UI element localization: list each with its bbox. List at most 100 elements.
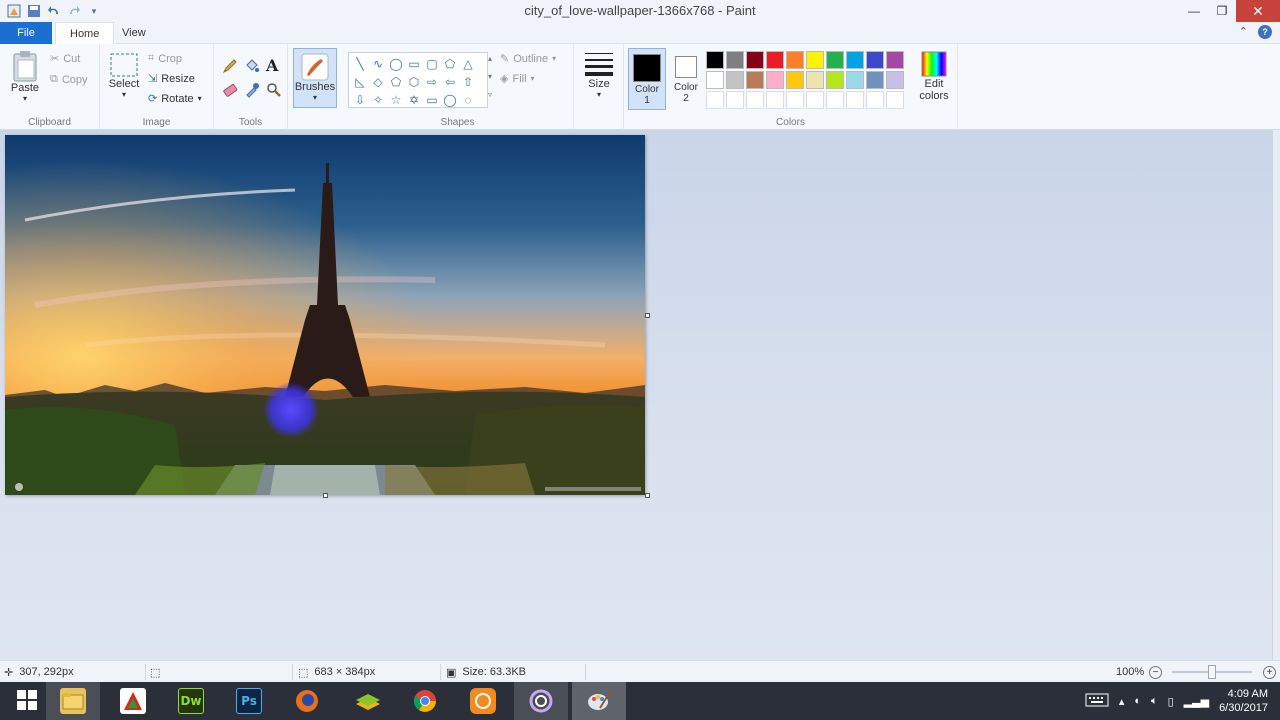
palette-swatch[interactable]	[786, 51, 804, 69]
taskbar-bluestacks[interactable]	[340, 682, 394, 720]
palette-swatch[interactable]	[806, 71, 824, 89]
redo-icon[interactable]	[66, 3, 82, 19]
text-tool-icon[interactable]: A	[266, 56, 278, 75]
size-button[interactable]: Size ▾	[580, 50, 618, 99]
palette-swatch[interactable]	[826, 71, 844, 89]
tab-file[interactable]: File	[0, 22, 52, 44]
rounded-rectangle-shape-icon[interactable]: ▢	[423, 55, 441, 73]
restore-button[interactable]: ❐	[1208, 0, 1236, 22]
palette-swatch[interactable]	[866, 91, 884, 109]
palette-swatch[interactable]	[706, 71, 724, 89]
close-button[interactable]: ✕	[1236, 0, 1280, 22]
palette-swatch[interactable]	[706, 91, 724, 109]
color-picker-icon[interactable]	[244, 82, 260, 98]
tab-home[interactable]: Home	[55, 22, 115, 45]
cut-button[interactable]: ✂ Cut	[50, 52, 80, 66]
palette-swatch[interactable]	[886, 91, 904, 109]
help-icon[interactable]: ?	[1258, 25, 1272, 39]
crop-button[interactable]: ⌗ Crop	[148, 52, 182, 65]
canvas-workspace[interactable]	[0, 130, 1280, 660]
palette-swatch[interactable]	[846, 51, 864, 69]
zoom-slider-knob[interactable]	[1208, 665, 1216, 679]
palette-swatch[interactable]	[766, 91, 784, 109]
oval-callout-shape-icon[interactable]: ◯	[441, 91, 459, 109]
collapse-ribbon-icon[interactable]: ⌃	[1239, 25, 1248, 39]
network-icon[interactable]: ▂▃▅	[1184, 695, 1209, 708]
resize-button[interactable]: ⇲ Resize	[148, 72, 195, 86]
rectangle-shape-icon[interactable]: ▭	[405, 55, 423, 73]
polygon-shape-icon[interactable]: ⬠	[441, 55, 459, 73]
palette-swatch[interactable]	[726, 71, 744, 89]
left-arrow-shape-icon[interactable]: ⇦	[441, 73, 459, 91]
tray-app-icon[interactable]: ◐	[1134, 695, 1141, 707]
save-icon[interactable]	[26, 3, 42, 19]
edit-colors-button[interactable]: Edit colors	[914, 50, 954, 102]
keyboard-icon[interactable]	[1085, 693, 1109, 710]
palette-swatch[interactable]	[766, 51, 784, 69]
five-point-star-shape-icon[interactable]: ☆	[387, 91, 405, 109]
palette-swatch[interactable]	[866, 71, 884, 89]
palette-swatch[interactable]	[726, 51, 744, 69]
outline-button[interactable]: ✎ Outline ▾	[500, 52, 556, 66]
curve-shape-icon[interactable]: ∿	[369, 55, 387, 73]
paste-button[interactable]: Paste ▾	[8, 50, 42, 103]
resize-handle-bottom[interactable]	[323, 493, 328, 498]
palette-swatch[interactable]	[846, 91, 864, 109]
clock[interactable]: 4:09 AM 6/30/2017	[1219, 687, 1268, 715]
color1-button[interactable]: Color 1	[628, 48, 666, 110]
vertical-scrollbar[interactable]	[1272, 130, 1280, 660]
oval-shape-icon[interactable]: ◯	[387, 55, 405, 73]
taskbar-pdf-app[interactable]	[106, 682, 160, 720]
hexagon-shape-icon[interactable]: ⬡	[405, 73, 423, 91]
minimize-button[interactable]: —	[1180, 0, 1208, 22]
palette-swatch[interactable]	[746, 91, 764, 109]
down-arrow-shape-icon[interactable]: ⇩	[351, 91, 369, 109]
palette-swatch[interactable]	[846, 71, 864, 89]
triangle-shape-icon[interactable]: △	[459, 55, 477, 73]
right-arrow-shape-icon[interactable]: ⇨	[423, 73, 441, 91]
rect-callout-shape-icon[interactable]: ▭	[423, 91, 441, 109]
taskbar-file-explorer[interactable]	[46, 682, 100, 720]
tab-view[interactable]: View	[108, 22, 160, 44]
up-arrow-shape-icon[interactable]: ⇧	[459, 73, 477, 91]
magnifier-icon[interactable]	[266, 82, 282, 98]
battery-icon[interactable]: ▯	[1168, 695, 1174, 708]
palette-swatch[interactable]	[726, 91, 744, 109]
right-triangle-shape-icon[interactable]: ◺	[351, 73, 369, 91]
zoom-out-button[interactable]: −	[1149, 661, 1162, 683]
palette-swatch[interactable]	[826, 51, 844, 69]
shapes-scroll-up-icon[interactable]: ▴	[488, 54, 492, 63]
taskbar-photoshop[interactable]: Ps	[222, 682, 276, 720]
palette-swatch[interactable]	[826, 91, 844, 109]
show-hidden-icons[interactable]: ▴	[1119, 695, 1125, 708]
palette-swatch[interactable]	[886, 71, 904, 89]
pencil-icon[interactable]	[222, 58, 238, 74]
taskbar-chrome[interactable]	[398, 682, 452, 720]
palette-swatch[interactable]	[746, 51, 764, 69]
shapes-expand-icon[interactable]: ▿	[488, 90, 492, 99]
palette-swatch[interactable]	[886, 51, 904, 69]
taskbar-firefox[interactable]	[280, 682, 334, 720]
rotate-button[interactable]: ⟳ Rotate ▾	[148, 92, 202, 106]
palette-swatch[interactable]	[766, 71, 784, 89]
undo-icon[interactable]	[46, 3, 62, 19]
shapes-scroll-down-icon[interactable]: ▾	[488, 72, 492, 81]
four-point-star-shape-icon[interactable]: ✧	[369, 91, 387, 109]
diamond-shape-icon[interactable]: ◇	[369, 73, 387, 91]
zoom-in-button[interactable]: +	[1263, 661, 1276, 683]
taskbar-dreamweaver[interactable]: Dw	[164, 682, 218, 720]
eraser-icon[interactable]	[222, 82, 238, 98]
palette-swatch[interactable]	[746, 71, 764, 89]
palette-swatch[interactable]	[866, 51, 884, 69]
brushes-button[interactable]: Brushes ▾	[293, 48, 337, 108]
resize-handle-corner[interactable]	[645, 493, 650, 498]
resize-handle-right[interactable]	[645, 313, 650, 318]
taskbar-orange-app[interactable]	[456, 682, 510, 720]
fill-button[interactable]: ◈ Fill ▾	[500, 72, 535, 86]
taskbar-paint[interactable]	[572, 682, 626, 720]
palette-swatch[interactable]	[786, 91, 804, 109]
palette-swatch[interactable]	[806, 51, 824, 69]
line-shape-icon[interactable]: ╲	[351, 55, 369, 73]
volume-icon[interactable]: 🔈︎	[1151, 695, 1158, 708]
pentagon-shape-icon[interactable]: ⬠	[387, 73, 405, 91]
